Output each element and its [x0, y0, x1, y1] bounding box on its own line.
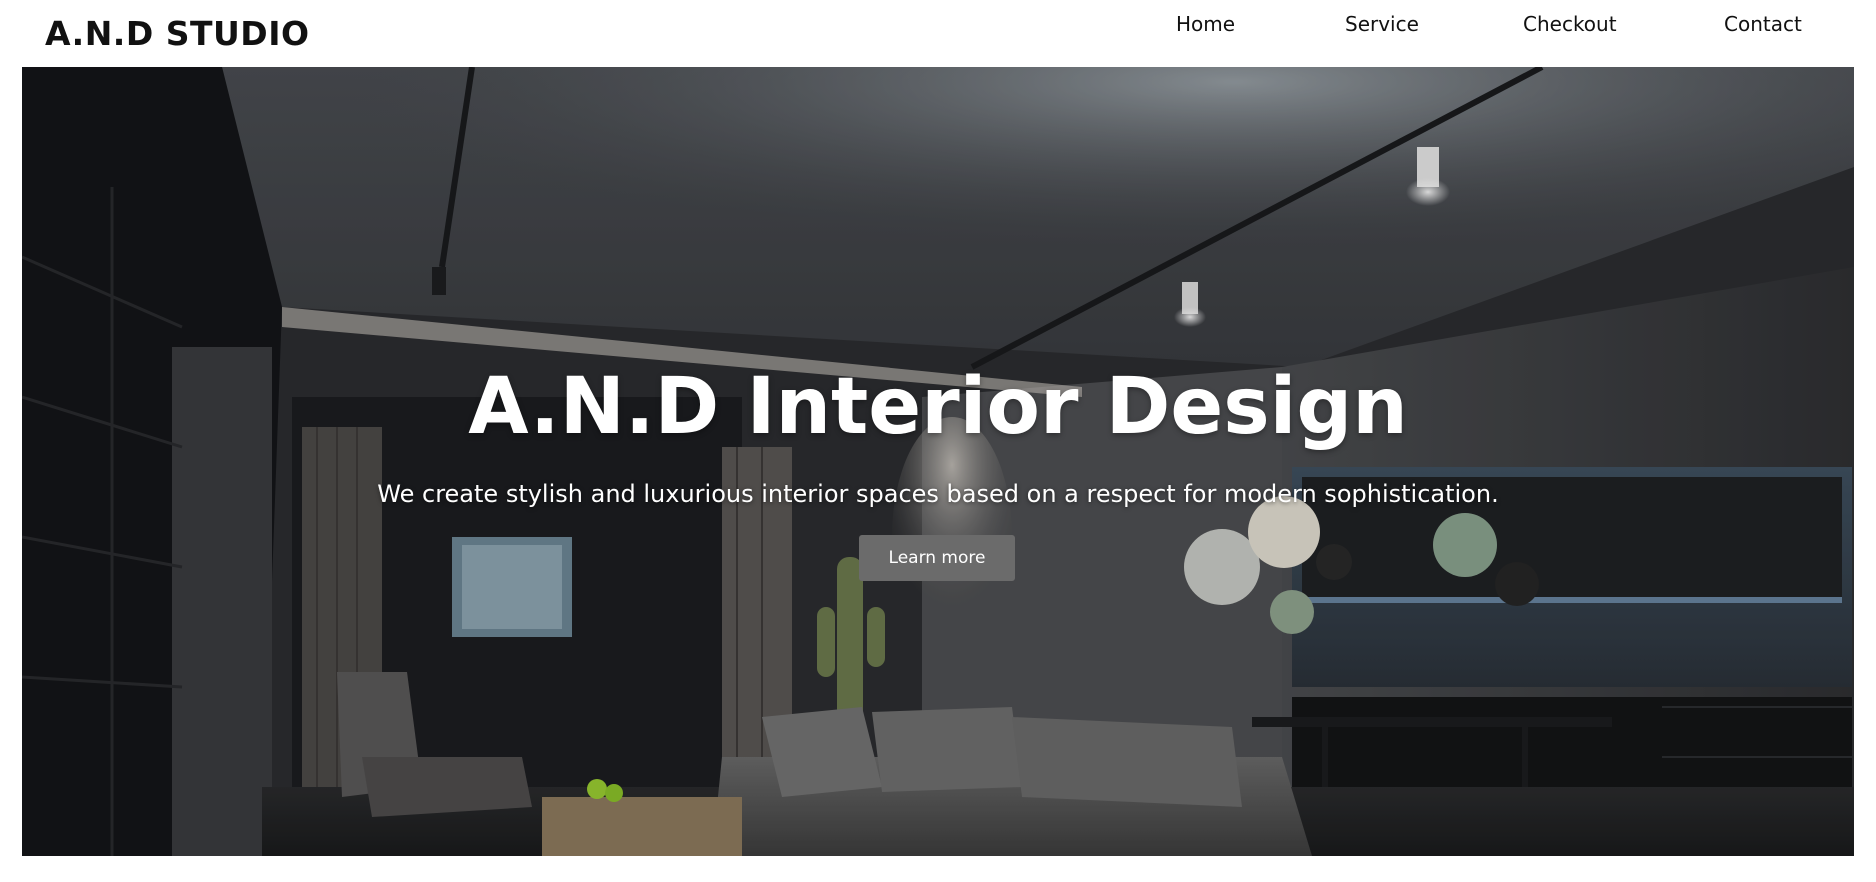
page: A.N.D STUDIO Home Service Checkout Conta… [0, 0, 1876, 882]
hero-title: A.N.D Interior Design [468, 362, 1408, 452]
learn-more-button[interactable]: Learn more [859, 535, 1015, 581]
nav-link-contact[interactable]: Contact [1724, 10, 1802, 38]
hero-content: A.N.D Interior Design We create stylish … [22, 67, 1854, 856]
nav-link-home[interactable]: Home [1176, 10, 1235, 38]
nav-link-service[interactable]: Service [1345, 10, 1419, 38]
main-nav: Home Service Checkout Contact [0, 10, 1876, 40]
hero-section: A.N.D Interior Design We create stylish … [22, 67, 1854, 856]
nav-link-checkout[interactable]: Checkout [1523, 10, 1617, 38]
hero-subtitle: We create stylish and luxurious interior… [377, 480, 1499, 508]
site-header: A.N.D STUDIO Home Service Checkout Conta… [0, 0, 1876, 67]
